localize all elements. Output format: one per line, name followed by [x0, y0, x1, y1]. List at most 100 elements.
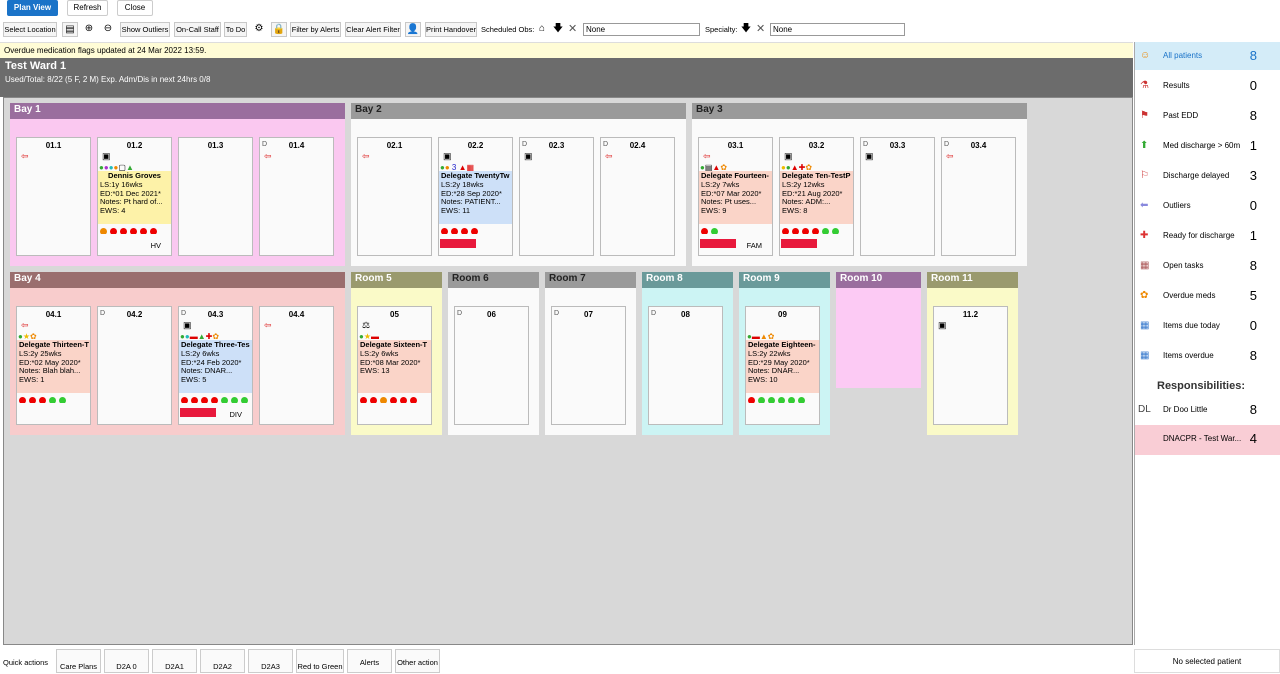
bed-03-4[interactable]: D 03.4 ⇦ — [941, 137, 1016, 256]
lock-icon[interactable]: 🔒 — [271, 22, 287, 37]
d2a2-button[interactable]: D2A2 — [200, 649, 245, 673]
patient-card[interactable]: Delegate Ten-TestP LS:2y 12wks ED:*21 Aug … — [780, 171, 853, 224]
bed-02-2[interactable]: 02.2 ▣ ●● 3 ▲▦ Delegate TwentyTw LS:2y 18w… — [438, 137, 513, 256]
calendar-icon: ▦ — [1140, 320, 1150, 331]
bed-03-3[interactable]: D 03.3 ▣ — [860, 137, 935, 256]
bed-04-3[interactable]: D 04.3 ▣ ●●▬▲✚✿ Delegate Three-Tes LS:2y 6w… — [178, 306, 253, 425]
bed-01-4[interactable]: D 01.4 ⇦ — [259, 137, 334, 256]
bed-04-4[interactable]: 04.4 ⇦ — [259, 306, 334, 425]
bed-03-1[interactable]: 03.1 ⇦ ●▤▲✿ Delegate Fourteen- LS:2y 7wks E… — [698, 137, 773, 256]
gear-icon[interactable]: ⚙ — [251, 22, 267, 37]
patient-card[interactable]: Dennis Groves LS:1y 16wks ED:*01 Dec 2021*… — [98, 171, 171, 224]
alerts-button[interactable]: Alerts — [347, 649, 392, 673]
bed-02-3[interactable]: D 02.3 ▣ — [519, 137, 594, 256]
bed-02-4[interactable]: D 02.4 ⇦ — [600, 137, 675, 256]
sidebar-item-open-tasks[interactable]: ▦ Open tasks 8 — [1135, 252, 1280, 280]
sidebar-item-items-overdue[interactable]: ▦ Items overdue 8 — [1135, 342, 1280, 370]
close-button[interactable]: Close — [117, 0, 153, 16]
patient-card[interactable]: Delegate TwentyTw LS:2y 18wks ED:*28 Sep 2… — [439, 171, 512, 224]
room-10[interactable]: Room 10 — [836, 272, 921, 388]
filter-by-alerts-button[interactable]: Filter by Alerts — [290, 22, 341, 37]
bed-04-2[interactable]: D 04.2 — [97, 306, 172, 425]
plan-view-tab[interactable]: Plan View — [7, 0, 58, 16]
clear-alert-filter-button[interactable]: Clear Alert Filter — [345, 22, 401, 37]
red-to-green-button[interactable]: Red to Green — [296, 649, 344, 673]
sidebar-item-outliers[interactable]: ⬅ Outliers 0 — [1135, 192, 1280, 220]
to-do-button[interactable]: To Do — [224, 22, 247, 37]
room-5[interactable]: Room 5 05 ⚖ ●★▬ Delegate Sixteen-T LS:2y 6… — [351, 272, 442, 435]
meds-icon: ✿ — [1140, 290, 1149, 301]
bed-05[interactable]: 05 ⚖ ●★▬ Delegate Sixteen-T LS:2y 6wks ED:*… — [357, 306, 432, 425]
bed-01-3[interactable]: 01.3 — [178, 137, 253, 256]
care-plans-button[interactable]: Care Plans — [56, 649, 101, 673]
bed-08[interactable]: D 08 — [648, 306, 723, 425]
refresh-button[interactable]: Refresh — [67, 0, 108, 16]
person-icon[interactable]: 👤 — [405, 22, 421, 37]
sidebar-item-overdue-meds[interactable]: ✿ Overdue meds 5 — [1135, 282, 1280, 310]
bed-number: 02.1 — [386, 141, 403, 150]
sidebar-item-label: Past EDD — [1163, 111, 1199, 120]
on-call-staff-button[interactable]: On-Call Staff — [174, 22, 221, 37]
d2a0-button[interactable]: D2A 0 — [104, 649, 149, 673]
select-location-button[interactable]: Select Location — [3, 22, 57, 37]
patient-card[interactable]: Delegate Sixteen-T LS:2y 6wks ED:*08 Mar 2… — [358, 340, 431, 393]
sidebar-item-all-patients[interactable]: ☺ All patients 8 — [1135, 42, 1280, 70]
sidebar-item-ready-for-discharge[interactable]: ✚ Ready for discharge 1 — [1135, 222, 1280, 250]
zoom-in-icon[interactable]: ⊕ — [81, 22, 97, 37]
sidebar-item-results[interactable]: ⚗ Results 0 — [1135, 72, 1280, 100]
patients-icon: ☺ — [1140, 50, 1151, 61]
sidebar-item-discharge-delayed[interactable]: ⚐ Discharge delayed 3 — [1135, 162, 1280, 190]
bay-title: Bay 2 — [355, 104, 382, 115]
bay-2[interactable]: Bay 2 02.1 ⇦ 02.2 ▣ ●● 3 ▲▦ Delegate Twent… — [351, 103, 686, 266]
bay-title: Bay 4 — [14, 273, 41, 284]
home-icon[interactable]: ⌂ — [534, 22, 550, 37]
zoom-out-icon[interactable]: ⊖ — [100, 22, 116, 37]
initials-badge: DL — [1138, 404, 1151, 415]
room-7[interactable]: Room 7 D 07 — [545, 272, 636, 435]
bed-01-2[interactable]: 01.2 ▣ ●●●●▢▲ Dennis Groves LS:1y 16wks ED:… — [97, 137, 172, 256]
calendar-overdue-icon: ▦ — [1140, 350, 1150, 361]
bed-07[interactable]: D 07 — [551, 306, 626, 425]
alert-bar — [781, 239, 817, 248]
bed-03-2[interactable]: 03.2 ▣ ●●▲✚✿ Delegate Ten-TestP LS:2y 12wk… — [779, 137, 854, 256]
d2a1-button[interactable]: D2A1 — [152, 649, 197, 673]
bed-04-1[interactable]: 04.1 ⇦ ●★✿ Delegate Thirteen-T LS:2y 25wks… — [16, 306, 91, 425]
bed-06[interactable]: D 06 — [454, 306, 529, 425]
patient-card[interactable]: Delegate Fourteen- LS:2y 7wks ED:*07 Mar 2… — [699, 171, 772, 224]
ward-view-icon[interactable]: ▤ — [62, 22, 78, 37]
patient-card[interactable]: Delegate Thirteen-T LS:2y 25wks ED:*02 May… — [17, 340, 90, 393]
sidebar-item-med-discharge[interactable]: ⬆ Med discharge > 60m 1 — [1135, 132, 1280, 160]
specialty-arrow-down-icon[interactable]: 🡇 — [738, 22, 754, 37]
other-action-button[interactable]: Other action — [395, 649, 440, 673]
print-handover-button[interactable]: Print Handover — [425, 22, 477, 37]
sidebar-item-past-edd[interactable]: ⚑ Past EDD 8 — [1135, 102, 1280, 130]
sidebar-item-items-due-today[interactable]: ▦ Items due today 0 — [1135, 312, 1280, 340]
bay-1[interactable]: Bay 1 01.1 ⇦ 01.2 ▣ ●●●●▢▲ Dennis Groves LS… — [10, 103, 345, 266]
patient-card[interactable]: Delegate Three-Tes LS:2y 6wks ED:*24 Feb 2… — [179, 340, 252, 393]
bed-11-2[interactable]: 11.2 ▣ — [933, 306, 1008, 425]
bay-4[interactable]: Bay 4 04.1 ⇦ ●★✿ Delegate Thirteen-T LS:2y… — [10, 272, 345, 435]
clear-obs-icon[interactable]: ✕ — [568, 23, 577, 35]
quick-actions-bar: Quick actions Care Plans D2A 0 D2A1 D2A2… — [0, 647, 1280, 673]
room-8[interactable]: Room 8 D 08 — [642, 272, 733, 435]
top-bar: Plan View Refresh Close — [0, 0, 1280, 17]
bed-01-1[interactable]: 01.1 ⇦ — [16, 137, 91, 256]
room-6[interactable]: Room 6 D 06 — [448, 272, 539, 435]
scheduled-obs-field[interactable]: None — [583, 23, 700, 36]
show-outliers-button[interactable]: Show Outliers — [120, 22, 170, 37]
obs-dots — [19, 396, 90, 403]
bed-02-1[interactable]: 02.1 ⇦ — [357, 137, 432, 256]
specialty-field[interactable]: None — [770, 23, 905, 36]
patient-card[interactable]: Delegate Eighteen- LS:2y 22wks ED:*29 May … — [746, 340, 819, 393]
arrow-down-icon[interactable]: 🡇 — [550, 22, 566, 37]
bay-3[interactable]: Bay 3 03.1 ⇦ ●▤▲✿ Delegate Fourteen- LS:2y… — [692, 103, 1027, 266]
responsibility-dnacpr[interactable]: DNACPR - Test War... 4 — [1135, 425, 1280, 455]
bed-09[interactable]: 09 ●▬▲✿ Delegate Eighteen- LS:2y 22wks ED:… — [745, 306, 820, 425]
bed-number: 04.2 — [126, 310, 143, 319]
room-9[interactable]: Room 9 09 ●▬▲✿ Delegate Eighteen- LS:2y 2… — [739, 272, 830, 435]
responsibility-dr-doo-little[interactable]: DL Dr Doo Little 8 — [1135, 396, 1280, 424]
clear-specialty-icon[interactable]: ✕ — [756, 23, 765, 35]
d2a3-button[interactable]: D2A3 — [248, 649, 293, 673]
exit-icon: ⇦ — [21, 151, 29, 161]
room-11[interactable]: Room 11 11.2 ▣ — [927, 272, 1018, 435]
